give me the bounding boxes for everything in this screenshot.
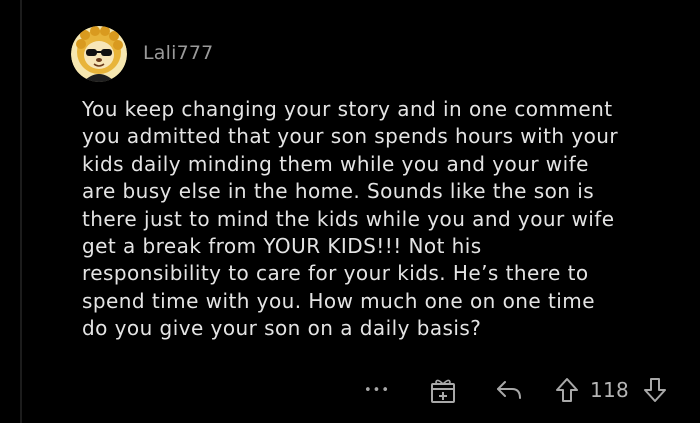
thread-line[interactable] <box>20 0 22 423</box>
upvote-arrow-icon <box>556 378 578 402</box>
reply-arrow-icon <box>497 381 521 399</box>
comment-body-line: are busy else in the home. Sounds like t… <box>82 179 595 204</box>
downvote-arrow-icon <box>644 378 666 402</box>
gift-icon <box>431 379 455 403</box>
comment-body-line: get a break from YOUR KIDS!!! Not his <box>82 234 482 259</box>
comment-body-line: do you give your son on a daily basis? <box>82 316 482 341</box>
comment-body-line: you admitted that your son spends hours … <box>82 124 619 149</box>
more-options-button[interactable]: ••• <box>362 373 392 407</box>
comment-body-line: spend time with you. How much one on one… <box>82 288 595 313</box>
comment-body-line: there just to mind the kids while you an… <box>82 206 615 231</box>
comment-body-line: You keep changing your story and in one … <box>82 97 613 121</box>
lion-avatar-icon[interactable] <box>71 26 127 82</box>
comment: Lali777 You keep changing your story and… <box>0 0 700 423</box>
username[interactable]: Lali777 <box>143 42 213 64</box>
comment-body-line: responsibility to care for your kids. He… <box>82 261 589 286</box>
award-button[interactable] <box>428 373 458 407</box>
comment-actions: ••• 118 <box>0 373 700 407</box>
comment-body-line: kids daily minding them while you and yo… <box>82 151 589 176</box>
vote-score: 118 <box>590 378 630 402</box>
more-icon: ••• <box>363 382 390 398</box>
downvote-button[interactable] <box>640 373 670 407</box>
upvote-button[interactable] <box>552 373 582 407</box>
comment-body: You keep changing your story and in one … <box>82 96 694 343</box>
reply-button[interactable] <box>492 373 526 407</box>
